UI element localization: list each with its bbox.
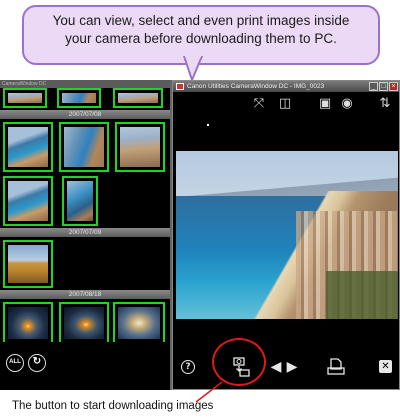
pointer-line — [195, 381, 223, 403]
